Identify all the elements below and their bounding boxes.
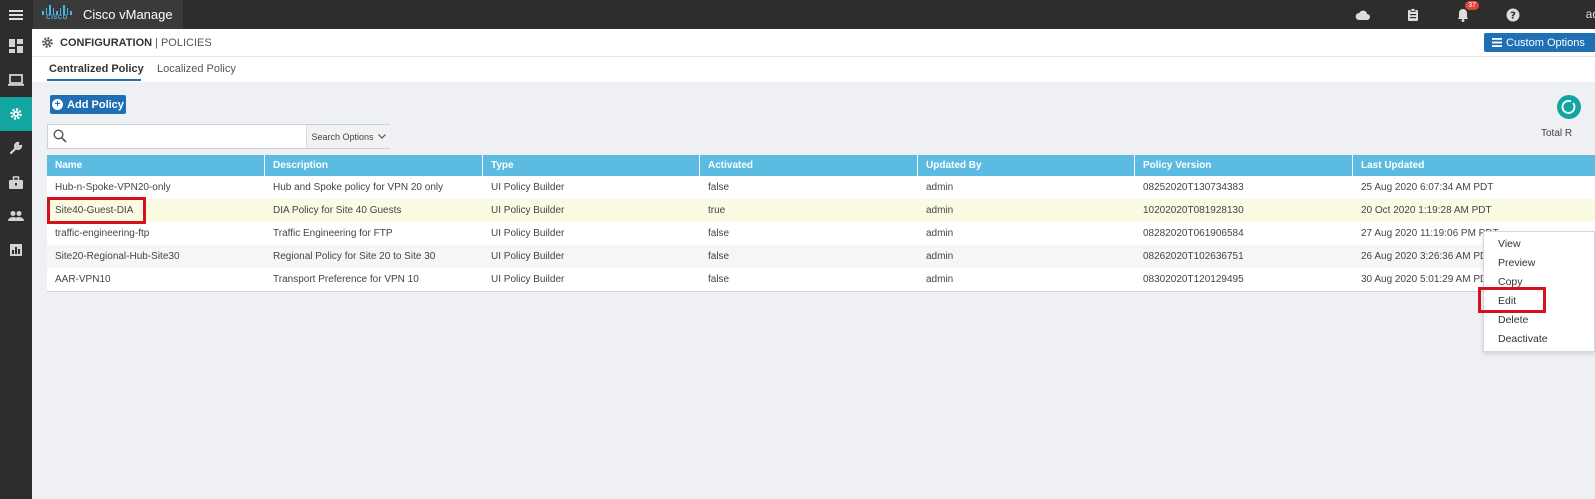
table-row[interactable]: Site20-Regional-Hub-Site30 Regional Poli… [47,245,1595,268]
search-options-label: Search Options [311,131,374,142]
cisco-logo: CISCO [41,4,73,25]
cell-name: Site20-Regional-Hub-Site30 [55,251,180,262]
notification-count-badge: 37 [1465,1,1479,10]
menu-item-delete[interactable]: Delete [1498,314,1528,326]
add-policy-label: Add Policy [67,98,124,111]
column-header-type[interactable]: Type [483,155,700,176]
cell-type: UI Policy Builder [491,274,565,285]
hamburger-menu-icon[interactable] [0,0,32,29]
table-header: Name Description Type Activated Updated … [47,155,1595,176]
user-menu[interactable]: ad [1586,7,1595,21]
configuration-gear-icon[interactable] [0,97,32,131]
menu-item-preview[interactable]: Preview [1498,257,1535,269]
cell-policy-version: 08252020T130734383 [1143,182,1244,193]
administration-users-icon[interactable] [0,199,32,233]
custom-options-button[interactable]: Custom Options [1484,33,1595,52]
cell-description: DIA Policy for Site 40 Guests [273,205,402,216]
total-rows-label: Total R [1541,128,1573,139]
page-title: CONFIGURATION | POLICIES [60,37,212,49]
page-title-separator: | [155,37,158,49]
cell-updated-by: admin [926,228,954,239]
search-icon [53,129,67,146]
column-header-updated-by[interactable]: Updated By [918,155,1135,176]
menu-item-deactivate[interactable]: Deactivate [1498,333,1548,345]
cell-policy-version: 08302020T120129495 [1143,274,1244,285]
app-name: Cisco vManage [83,7,173,22]
cell-last-updated: 25 Aug 2020 6:07:34 AM PDT [1361,182,1494,193]
left-sidebar [0,29,32,499]
column-header-activated[interactable]: Activated [700,155,918,176]
cell-type: UI Policy Builder [491,228,565,239]
cell-policy-version: 08262020T102636751 [1143,251,1244,262]
monitor-icon[interactable] [0,63,32,97]
cell-activated: false [708,274,730,285]
brand[interactable]: CISCO Cisco vManage [33,0,183,29]
chevron-down-icon [377,134,386,139]
refresh-icon [1561,100,1576,114]
highlight-box-policy-name [47,197,146,224]
tab-localized-policy[interactable]: Localized Policy [157,63,236,75]
highlight-box-edit [1478,287,1546,313]
table-row[interactable]: AAR-VPN10 Transport Preference for VPN 1… [47,268,1595,291]
dashboard-icon[interactable] [0,29,32,63]
cell-description: Transport Preference for VPN 10 [273,274,419,285]
column-header-last-updated[interactable]: Last Updated [1353,155,1595,176]
bell-icon[interactable]: 37 [1454,1,1479,24]
column-header-policy-version[interactable]: Policy Version [1135,155,1353,176]
table-row[interactable]: traffic-engineering-ftp Traffic Engineer… [47,222,1595,245]
policy-tabs: Centralized Policy Localized Policy [32,57,1595,82]
cisco-logo-word: CISCO [46,14,68,21]
cell-activated: false [708,251,730,262]
tasks-clipboard-icon[interactable] [1404,6,1422,24]
list-icon [1492,38,1502,47]
svg-text:?: ? [1510,11,1516,22]
cell-type: UI Policy Builder [491,205,565,216]
custom-options-label: Custom Options [1506,36,1585,49]
table-row[interactable]: Site40-Guest-DIA DIA Policy for Site 40 … [47,199,1595,222]
cell-updated-by: admin [926,251,954,262]
cell-activated: false [708,182,730,193]
table-row[interactable]: Hub-n-Spoke-VPN20-only Hub and Spoke pol… [47,176,1595,199]
cell-updated-by: admin [926,274,954,285]
cell-description: Traffic Engineering for FTP [273,228,393,239]
cell-last-updated: 20 Oct 2020 1:19:28 AM PDT [1361,205,1492,216]
cell-name: Hub-n-Spoke-VPN20-only [55,182,171,193]
cell-updated-by: admin [926,182,954,193]
menu-item-view[interactable]: View [1498,238,1521,250]
top-bar: CISCO Cisco vManage 37 ? ad [0,0,1595,29]
cell-description: Regional Policy for Site 20 to Site 30 [273,251,436,262]
tab-centralized-policy[interactable]: Centralized Policy [49,63,144,75]
cell-name: AAR-VPN10 [55,274,111,285]
page-header: CONFIGURATION | POLICIES Custom Options [32,29,1595,57]
search-options-dropdown[interactable]: Search Options [306,125,390,148]
analytics-icon[interactable] [0,233,32,267]
cell-policy-version: 10202020T081928130 [1143,205,1244,216]
add-policy-button[interactable]: + Add Policy [50,95,126,114]
cell-activated: true [708,205,726,216]
cell-type: UI Policy Builder [491,182,565,193]
cell-updated-by: admin [926,205,954,216]
active-tab-indicator [47,79,141,81]
maintenance-toolbox-icon[interactable] [0,165,32,199]
search-bar: Search Options [47,124,390,149]
plus-circle-icon: + [52,99,64,110]
refresh-button[interactable] [1557,95,1581,119]
configuration-gear-icon [41,36,54,52]
column-header-description[interactable]: Description [265,155,483,176]
cell-activated: false [708,228,730,239]
cell-type: UI Policy Builder [491,251,565,262]
column-header-name[interactable]: Name [47,155,265,176]
cloud-icon[interactable] [1354,6,1372,24]
policies-table: Name Description Type Activated Updated … [47,155,1595,292]
help-icon[interactable]: ? [1504,6,1522,24]
search-input[interactable] [72,127,302,146]
cell-name: traffic-engineering-ftp [55,228,150,239]
page-title-main: CONFIGURATION [60,37,153,49]
cell-description: Hub and Spoke policy for VPN 20 only [273,182,444,193]
cell-policy-version: 08282020T061906584 [1143,228,1244,239]
page-title-sub: POLICIES [160,37,212,49]
tools-wrench-icon[interactable] [0,131,32,165]
